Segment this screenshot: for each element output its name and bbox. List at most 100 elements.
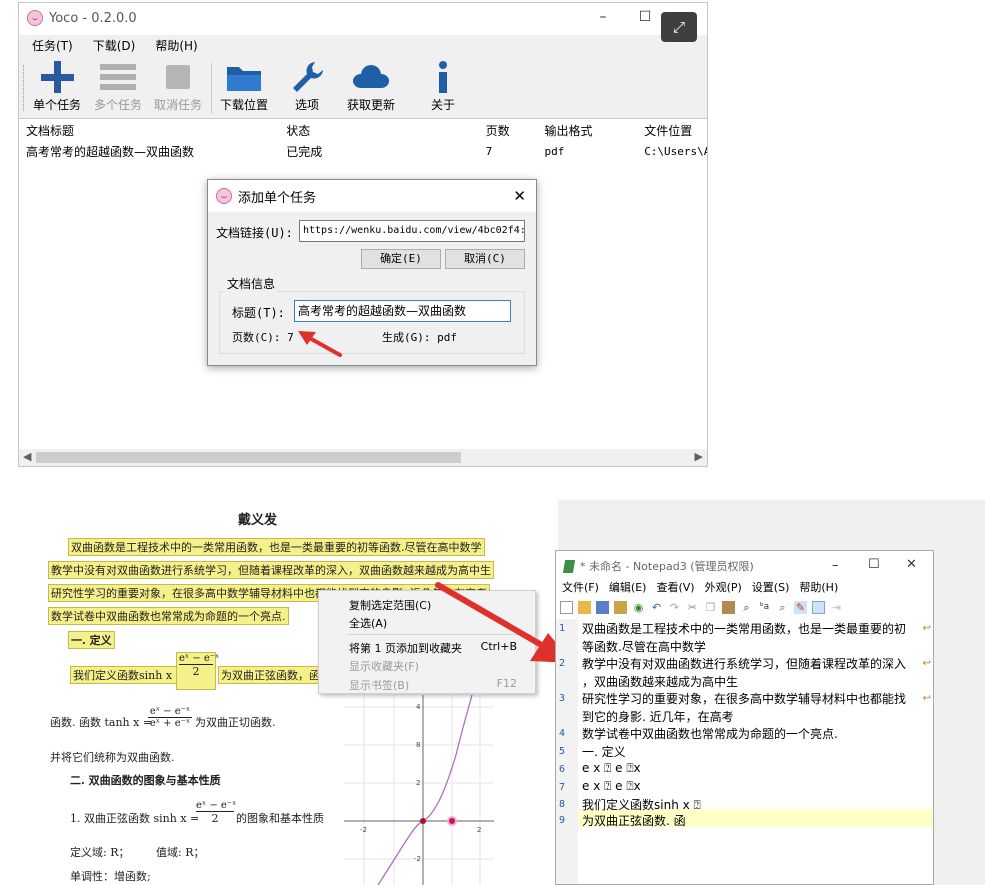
redo-icon[interactable]: ↷ [668,601,681,614]
document-paragraph-line: 双曲函数是工程技术中的一类常用函数，也是一类最重要的初等函数.尽管在高中数学 [68,538,485,556]
editor-line[interactable]: 数学试卷中双曲函数也常常成为命题的一个亮点. [582,725,838,742]
browse-icon[interactable]: ◉ [632,601,645,614]
row-format: pdf [544,145,565,158]
editor-line[interactable]: 我们定义函数sinh x ⍰ [582,796,701,813]
line-number: 8 [559,799,566,810]
column-location[interactable]: 文件位置 [637,120,707,142]
paste-icon[interactable] [722,600,735,614]
list-icon [89,57,147,97]
np-menu-edit[interactable]: 编辑(E) [609,579,647,597]
ok-button[interactable]: 确定(E) [361,249,441,269]
editor-line-wrap[interactable]: ，双曲函数越来越成为高中生 [582,673,738,690]
menu-help[interactable]: 帮助(H) [155,35,197,57]
plus-icon [28,57,86,97]
menu-task[interactable]: 任务(T) [32,35,73,57]
notepad-maximize-icon[interactable]: ☐ [868,557,880,572]
table-row[interactable]: 高考常考的超越函数—双曲函数 已完成 7 pdf C:\Users\A [19,141,707,161]
column-title[interactable]: 文档标题 [19,120,279,142]
copy-icon[interactable]: ❐ [704,601,717,614]
np-menu-view[interactable]: 查看(V) [656,579,694,597]
undo-icon[interactable]: ↶ [650,601,663,614]
pages-label: 页数(C): 7 [232,331,294,344]
document-heading: 戴义发 [238,513,278,528]
new-file-icon[interactable] [560,600,573,614]
editor-line[interactable]: 一. 定义 [582,743,626,760]
menu-item-show-bookmarks[interactable]: 显示书签(B) [349,677,409,693]
maximize-icon[interactable]: ☐ [635,9,655,25]
title-input[interactable]: 高考常考的超越函数—双曲函数 [294,300,511,322]
multi-task-button[interactable]: 多个任务 [89,57,147,119]
dialog-title: 添加单个任务 [238,190,317,206]
download-location-button[interactable]: 下载位置 [215,57,273,119]
dialog-app-icon [216,188,232,204]
single-task-label: 单个任务 [32,98,81,112]
editor-line-wrap[interactable]: 等函数.尽管在高中数学 [582,638,706,655]
row-title: 高考常考的超越函数—双曲函数 [26,145,195,159]
sinh-fraction: eˣ − e⁻ˣ 2 [176,652,219,690]
menu-item-show-favorites[interactable]: 显示收藏夹(F) [349,658,419,674]
column-status[interactable]: 状态 [279,120,478,142]
get-update-button[interactable]: 获取更新 [342,57,400,119]
zoom-icon[interactable]: ⌕ [776,601,789,614]
np-menu-appearance[interactable]: 外观(P) [705,579,742,597]
scroll-left-icon[interactable]: ◀ [23,450,31,463]
collective-name: 并将它们统称为双曲函数. [50,751,175,764]
editor-line[interactable]: e x ⍰ e ⍰x [582,761,641,776]
editor-line[interactable]: 双曲函数是工程技术中的一类常用函数，也是一类最重要的初 [582,620,906,637]
notepad-close-icon[interactable]: ✕ [906,557,917,572]
range-text: 值域: R； [156,846,205,859]
sinh-definition: 我们定义函数sinh x = [70,666,188,684]
document-paragraph-line: 数学试卷中双曲函数也常常成为命题的一个亮点. [48,607,289,625]
column-pages[interactable]: 页数 [479,120,538,142]
about-button[interactable]: 关于 [414,57,472,119]
show-bookmarks-shortcut: F12 [496,677,517,690]
cancel-task-label: 取消任务 [153,98,202,112]
column-format[interactable]: 输出格式 [537,120,637,142]
editor-line-wrap[interactable]: 到它的身影. 近几年，在高考 [582,708,734,725]
menu-download[interactable]: 下载(D) [93,35,136,57]
cancel-task-button[interactable]: 取消任务 [149,57,207,119]
minimize-icon[interactable]: – [593,9,613,25]
save-as-icon[interactable] [614,600,627,614]
menu-item-select-all[interactable]: 全选(A) [349,615,387,631]
pin-icon[interactable]: ✎ [794,600,807,614]
tick-label: -2 [414,855,421,863]
annotation-arrow-icon [298,331,342,357]
scroll-right-icon[interactable]: ▶ [695,450,703,463]
section-graph-properties: 二. 双曲函数的图象与基本性质 [70,774,221,787]
menu-item-copy-selection[interactable]: 复制选定范围(C) [349,597,431,613]
exit-icon[interactable]: ⇥ [830,601,843,614]
np-menu-help[interactable]: 帮助(H) [799,579,838,597]
editor-line[interactable]: 为双曲正弦函数. 函 [582,812,686,829]
cancel-button[interactable]: 取消(C) [445,249,525,269]
options-button[interactable]: 选项 [278,57,336,119]
fullscreen-icon[interactable]: ⤢ [661,12,697,42]
sinh-item-fraction: eˣ − e⁻ˣ 2 [196,800,236,825]
url-input[interactable]: https://wenku.baidu.com/view/4bc02f4: [299,220,525,242]
origin-point [420,818,426,824]
tanh-fraction: eˣ − e⁻ˣ eˣ + e⁻ˣ [148,706,192,729]
editor-line[interactable]: 研究性学习的重要对象，在很多高中数学辅导材料中也都能找 [582,690,906,707]
save-icon[interactable] [596,600,609,614]
find-icon[interactable]: ⌕ [740,601,753,614]
horizontal-scrollbar[interactable]: ◀ ▶ [19,449,707,466]
editor-line[interactable]: 教学中没有对双曲函数进行系统学习，但随着课程改革的深入 [582,655,906,672]
replace-icon[interactable]: ᵇa [758,601,771,614]
line-number: 4 [559,728,566,739]
info-icon [414,57,472,97]
editor-line[interactable]: e x ⍰ e ⍰x [582,779,641,794]
np-menu-file[interactable]: 文件(F) [562,579,599,597]
cut-icon[interactable]: ✂ [686,601,699,614]
dialog-titlebar[interactable]: 添加单个任务 ✕ [208,180,536,212]
generate-label: 生成(G): pdf [382,331,457,344]
open-folder-icon[interactable] [578,600,591,614]
notepad-minimize-icon[interactable]: – [832,558,839,573]
wordwrap-icon[interactable] [812,600,825,614]
np-menu-settings[interactable]: 设置(S) [752,579,790,597]
toolbar-grip[interactable] [23,65,25,111]
scroll-thumb[interactable] [36,452,461,463]
toolbar-separator [211,63,212,113]
wrap-marker-icon: ↩ [922,658,931,669]
dialog-close-icon[interactable]: ✕ [513,187,526,205]
single-task-button[interactable]: 单个任务 [28,57,86,119]
